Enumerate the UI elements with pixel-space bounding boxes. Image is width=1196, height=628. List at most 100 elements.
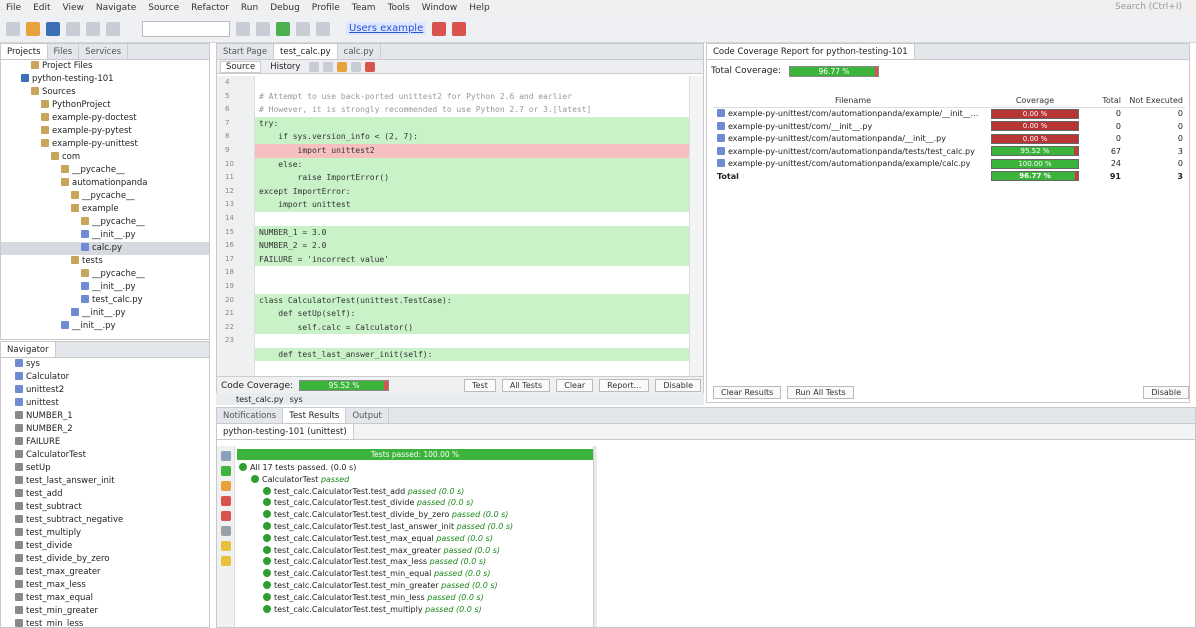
tree-item[interactable]: __pycache__	[1, 216, 209, 229]
tree-item[interactable]: calc.py	[1, 242, 209, 255]
configuration-select[interactable]	[142, 20, 230, 37]
navigator-item[interactable]: test_max_greater	[1, 566, 209, 579]
menu-item-profile[interactable]: Profile	[306, 3, 346, 13]
tree-item[interactable]: __pycache__	[1, 190, 209, 203]
coverage-row[interactable]: example-py-unittest/com/automationpanda/…	[713, 108, 1185, 121]
test-row[interactable]: test_calc.CalculatorTest.test_max_less p…	[239, 556, 611, 568]
navigator-item[interactable]: unittest2	[1, 384, 209, 397]
menu-item-debug[interactable]: Debug	[264, 3, 306, 13]
menu-item-file[interactable]: File	[0, 3, 27, 13]
build-icon[interactable]	[256, 21, 270, 36]
tab-source[interactable]: Source	[220, 60, 262, 73]
tab-results-2[interactable]: Output	[346, 408, 389, 423]
menu-item-navigate[interactable]: Navigate	[90, 3, 142, 13]
tab-results-0[interactable]: Notifications	[217, 408, 284, 423]
tab-services[interactable]: Services	[79, 44, 129, 59]
navigator-item[interactable]: test_subtract	[1, 501, 209, 514]
navigator-item[interactable]: test_divide	[1, 540, 209, 553]
tab-coverage-report[interactable]: Code Coverage Report for python-testing-…	[707, 44, 915, 59]
navigator-item[interactable]: test_last_answer_init	[1, 475, 209, 488]
tab-files[interactable]: Files	[48, 44, 80, 59]
gc-icon[interactable]	[432, 21, 447, 36]
menu-item-view[interactable]: View	[57, 3, 90, 13]
tree-item[interactable]: __pycache__	[1, 164, 209, 177]
test-row[interactable]: test_calc.CalculatorTest.test_last_answe…	[239, 521, 611, 533]
macro-icon[interactable]	[365, 61, 376, 72]
stop-icon[interactable]	[221, 526, 231, 536]
navigator-item[interactable]: test_min_less	[1, 618, 209, 627]
clean-build-icon[interactable]	[236, 21, 250, 36]
rerun-icon[interactable]	[221, 451, 231, 461]
test-row[interactable]: test_calc.CalculatorTest.test_min_greate…	[239, 580, 611, 592]
show-error-icon[interactable]	[221, 511, 231, 521]
coverage-disable-button[interactable]: Disable	[1143, 386, 1189, 399]
tree-item[interactable]: Project Files	[1, 60, 209, 73]
tab-history[interactable]: History	[265, 62, 305, 72]
navigator-item[interactable]: Calculator	[1, 371, 209, 384]
run-icon[interactable]	[276, 21, 290, 36]
navigator-item[interactable]: test_min_greater	[1, 605, 209, 618]
disable-button[interactable]: Disable	[655, 379, 701, 392]
all-tests-button[interactable]: All Tests	[501, 379, 551, 392]
test-row[interactable]: test_calc.CalculatorTest.test_multiply p…	[239, 604, 611, 616]
code-area[interactable]: # Attempt to use back-ported unittest2 f…	[255, 76, 689, 382]
menu-item-window[interactable]: Window	[416, 3, 464, 13]
tree-item[interactable]: PythonProject	[1, 99, 209, 112]
navigator-item[interactable]: test_max_less	[1, 579, 209, 592]
next-failure-icon[interactable]	[221, 556, 231, 566]
tab-navigator[interactable]: Navigator	[1, 342, 56, 357]
profiler-icon[interactable]	[452, 21, 467, 36]
new-project-icon[interactable]	[6, 21, 20, 36]
menu-item-refactor[interactable]: Refactor	[185, 3, 235, 13]
open-project-icon[interactable]	[46, 21, 60, 36]
tree-item[interactable]: example-py-pytest	[1, 125, 209, 138]
tree-item[interactable]: python-testing-101	[1, 73, 209, 86]
results-divider[interactable]	[593, 446, 597, 627]
coverage-row[interactable]: example-py-unittest/com/__init__.py 0.00 …	[713, 120, 1185, 133]
tree-item[interactable]: tests	[1, 255, 209, 268]
breadcrumb-file[interactable]: test_calc.py	[236, 395, 284, 404]
coverage-row[interactable]: example-py-unittest/com/automationpanda/…	[713, 158, 1185, 171]
profile-badge[interactable]: Users example	[346, 22, 427, 35]
tree-item[interactable]: com	[1, 151, 209, 164]
clear-results-button[interactable]: Clear Results	[713, 386, 782, 399]
test-row[interactable]: test_calc.CalculatorTest.test_divide pas…	[239, 497, 611, 509]
menu-item-run[interactable]: Run	[235, 3, 264, 13]
previous-failure-icon[interactable]	[221, 541, 231, 551]
tab-editor-1[interactable]: test_calc.py	[274, 44, 338, 59]
clear-button[interactable]: Clear	[556, 379, 594, 392]
redo-icon[interactable]	[106, 21, 120, 36]
show-warning-icon[interactable]	[221, 481, 231, 491]
editor-scrollbar[interactable]	[689, 76, 703, 382]
tab-editor-0[interactable]: Start Page	[217, 44, 275, 59]
tree-item[interactable]: automationpanda	[1, 177, 209, 190]
show-passed-icon[interactable]	[221, 466, 231, 476]
results-summary[interactable]: All 17 tests passed. (0.0 s)	[239, 462, 611, 474]
show-failed-icon[interactable]	[221, 496, 231, 506]
navigator-item[interactable]: test_add	[1, 488, 209, 501]
coverage-row[interactable]: example-py-unittest/com/automationpanda/…	[713, 133, 1185, 146]
navigator-item[interactable]: test_divide_by_zero	[1, 553, 209, 566]
tree-item[interactable]: __init__.py	[1, 320, 209, 333]
tree-item[interactable]: __init__.py	[1, 229, 209, 242]
tree-item[interactable]: __init__.py	[1, 307, 209, 320]
coverage-row[interactable]: example-py-unittest/com/automationpanda/…	[713, 145, 1185, 158]
undo-icon[interactable]	[86, 21, 100, 36]
suite-row[interactable]: CalculatorTest passed	[239, 474, 611, 486]
menu-item-source[interactable]: Source	[142, 3, 185, 13]
navigator-item[interactable]: test_subtract_negative	[1, 514, 209, 527]
tree-item[interactable]: test_calc.py	[1, 294, 209, 307]
forward-icon[interactable]	[323, 61, 334, 72]
breadcrumb-symbol[interactable]: sys	[290, 395, 303, 404]
tree-item[interactable]: __init__.py	[1, 281, 209, 294]
navigator-item[interactable]: CalculatorTest	[1, 449, 209, 462]
tree-item[interactable]: __pycache__	[1, 268, 209, 281]
new-file-icon[interactable]	[26, 21, 40, 36]
navigator-item[interactable]: FAILURE	[1, 436, 209, 449]
menu-item-team[interactable]: Team	[346, 3, 382, 13]
report-button[interactable]: Report...	[599, 379, 650, 392]
tab-editor-2[interactable]: calc.py	[338, 44, 381, 59]
navigator-item[interactable]: NUMBER_1	[1, 410, 209, 423]
toggle-bookmark-icon[interactable]	[351, 61, 362, 72]
run-all-tests-button[interactable]: Run All Tests	[787, 386, 854, 399]
